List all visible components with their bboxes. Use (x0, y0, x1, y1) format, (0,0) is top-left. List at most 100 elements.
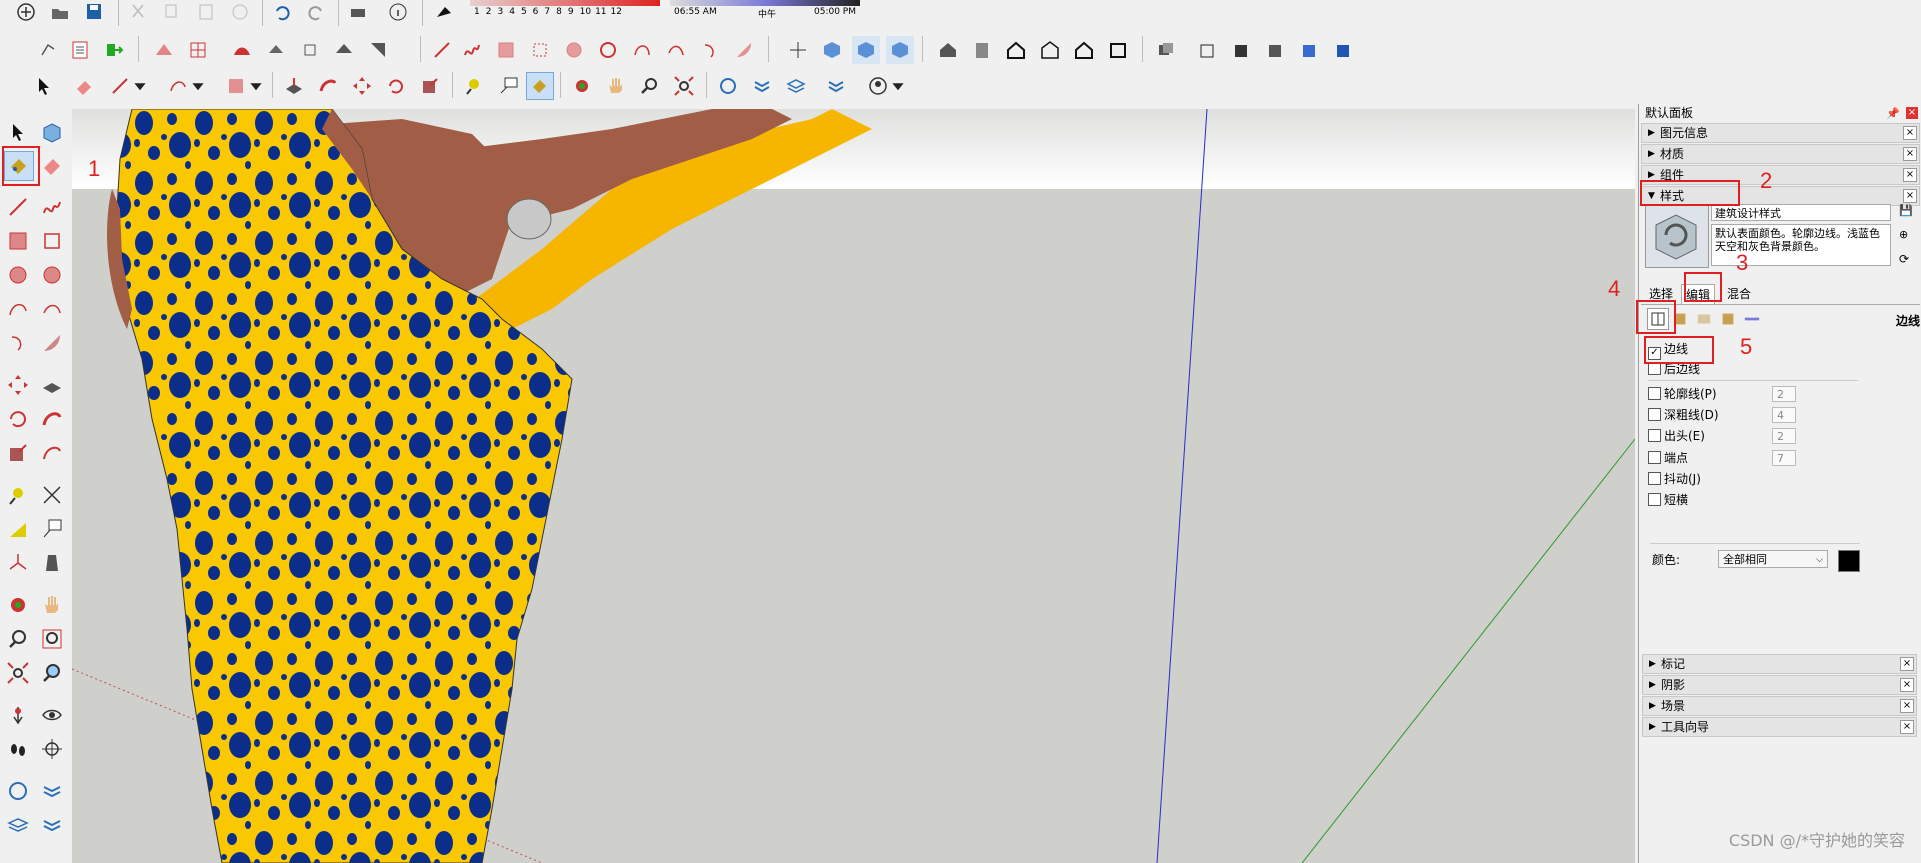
create-style-icon[interactable]: ⊕ (1899, 228, 1913, 242)
zoom-extents-left-icon[interactable] (4, 659, 32, 687)
endpoints-field[interactable]: 7 (1772, 450, 1796, 466)
freehand-tool-icon[interactable] (458, 36, 486, 64)
report-icon[interactable] (66, 36, 94, 64)
extension-field[interactable]: 2 (1772, 428, 1796, 444)
model-info-icon[interactable] (384, 0, 412, 26)
pencil-tool-icon[interactable] (106, 72, 134, 100)
extension-manager-icon[interactable] (822, 72, 850, 100)
style-wireframe-icon[interactable] (1194, 36, 1222, 64)
arc2-tool-icon[interactable] (662, 36, 690, 64)
section-entity-info[interactable]: ▶ 图元信息 × (1641, 123, 1920, 143)
pin-icon[interactable]: 📌 (1886, 105, 1900, 123)
section-plane-icon[interactable] (38, 735, 66, 763)
freehand-icon[interactable] (38, 193, 66, 221)
view-house-6-icon[interactable] (1104, 36, 1132, 64)
redo-icon[interactable] (302, 0, 330, 26)
follow-me-icon[interactable] (38, 405, 66, 433)
checkbox-jitter[interactable] (1648, 472, 1661, 485)
layers-icon[interactable] (782, 72, 810, 100)
rotated-rectangle-icon[interactable] (526, 36, 554, 64)
text-icon[interactable] (38, 515, 66, 543)
option-profiles[interactable]: 轮廓线(P) (1648, 385, 1717, 403)
view-house-5-icon[interactable] (1070, 36, 1098, 64)
checkbox-profiles[interactable] (1648, 387, 1661, 400)
rotate-icon[interactable] (4, 405, 32, 433)
extensions-left-icon[interactable] (38, 777, 66, 805)
eraser-tool-icon[interactable] (70, 72, 98, 100)
arc-3pt-icon[interactable] (4, 329, 32, 357)
circle-tool-icon[interactable] (560, 36, 588, 64)
arc-dropdown-icon[interactable] (190, 72, 206, 100)
previous-view-icon[interactable] (38, 659, 66, 687)
pie-tool-icon[interactable] (730, 36, 758, 64)
profiles-width-field[interactable]: 2 (1772, 386, 1796, 402)
checkbox-dashes[interactable] (1648, 493, 1661, 506)
paint-bucket-top-icon[interactable] (526, 72, 554, 100)
flip-edge-icon[interactable] (364, 36, 392, 64)
copy-icon[interactable] (158, 0, 186, 26)
section-instructor[interactable]: ▶ 工具向导 × (1642, 717, 1917, 737)
color-swatch[interactable] (1838, 550, 1860, 572)
zoom-extents-icon[interactable] (670, 72, 698, 100)
cut-icon[interactable] (124, 0, 152, 26)
view-house-3-icon[interactable] (1002, 36, 1030, 64)
section-shadows[interactable]: ▶ 阴影 × (1642, 675, 1917, 695)
eraser-icon[interactable] (38, 151, 66, 179)
3d-text-icon[interactable] (38, 549, 66, 577)
export-icon[interactable] (100, 36, 128, 64)
scale-tool-icon[interactable] (416, 72, 444, 100)
extension-manager-left-icon[interactable] (38, 811, 66, 839)
pan-tool-icon[interactable] (602, 72, 630, 100)
push-pull-icon[interactable] (38, 371, 66, 399)
line-tool-icon[interactable] (428, 36, 456, 64)
new-file-icon[interactable] (12, 0, 40, 26)
section-close-icon[interactable]: × (1900, 678, 1914, 692)
view-house-1-icon[interactable] (934, 36, 962, 64)
color-select[interactable]: 全部相同 ⌵ (1718, 550, 1828, 568)
section-close-icon[interactable]: × (1903, 126, 1917, 140)
depth-cue-field[interactable]: 4 (1772, 407, 1796, 423)
view-iso-icon[interactable] (784, 36, 812, 64)
orbit-icon[interactable] (4, 591, 32, 619)
axes-icon[interactable] (4, 549, 32, 577)
add-detail-icon[interactable] (330, 36, 358, 64)
rotated-rectangle-left-icon[interactable] (38, 227, 66, 255)
select-arrow-icon[interactable] (4, 119, 32, 147)
checkbox-endpoints[interactable] (1648, 451, 1661, 464)
style-hidden-icon[interactable] (1228, 36, 1256, 64)
style-name-field[interactable]: 建筑设计样式 (1711, 204, 1891, 221)
option-depth-cue[interactable]: 深粗线(D) (1648, 406, 1719, 424)
view-house-2-icon[interactable] (968, 36, 996, 64)
push-pull-tool-icon[interactable] (280, 72, 308, 100)
arc-2pt-icon[interactable] (38, 295, 66, 323)
protractor-icon[interactable] (4, 515, 32, 543)
print-icon[interactable] (344, 0, 372, 26)
view-house-4-icon[interactable] (1036, 36, 1064, 64)
offset-icon[interactable] (38, 439, 66, 467)
position-camera-icon[interactable] (4, 701, 32, 729)
rectangle-icon[interactable] (4, 227, 32, 255)
circle-icon[interactable] (4, 261, 32, 289)
rectangle-tool-icon[interactable] (492, 36, 520, 64)
option-jitter[interactable]: 抖动(J) (1648, 470, 1701, 488)
tape-measure-left-icon[interactable] (4, 481, 32, 509)
follow-me-tool-icon[interactable] (314, 72, 342, 100)
open-folder-icon[interactable] (46, 0, 74, 26)
section-close-icon[interactable]: × (1900, 657, 1914, 671)
view-top-icon[interactable] (818, 36, 846, 64)
tray-close-icon[interactable]: × (1906, 107, 1918, 119)
make-component-icon[interactable] (38, 119, 66, 147)
polygon-icon[interactable] (38, 261, 66, 289)
select-tool-icon[interactable] (30, 72, 58, 100)
view-right-icon[interactable] (886, 36, 914, 64)
account-icon[interactable] (864, 72, 892, 100)
layers-left-icon[interactable] (4, 811, 32, 839)
stamp-icon[interactable] (262, 36, 290, 64)
shadow-time-bar[interactable]: 1 2 3 4 5 6 7 8 9 10 11 12 06:55 AM 中午 05:00 PM (470, 0, 870, 24)
orbit-tool-icon[interactable] (568, 72, 596, 100)
move-tool-icon[interactable] (348, 72, 376, 100)
section-close-icon[interactable]: × (1903, 147, 1917, 161)
scale-icon[interactable] (4, 439, 32, 467)
smoove-icon[interactable] (228, 36, 256, 64)
checkbox-extension[interactable] (1648, 429, 1661, 442)
